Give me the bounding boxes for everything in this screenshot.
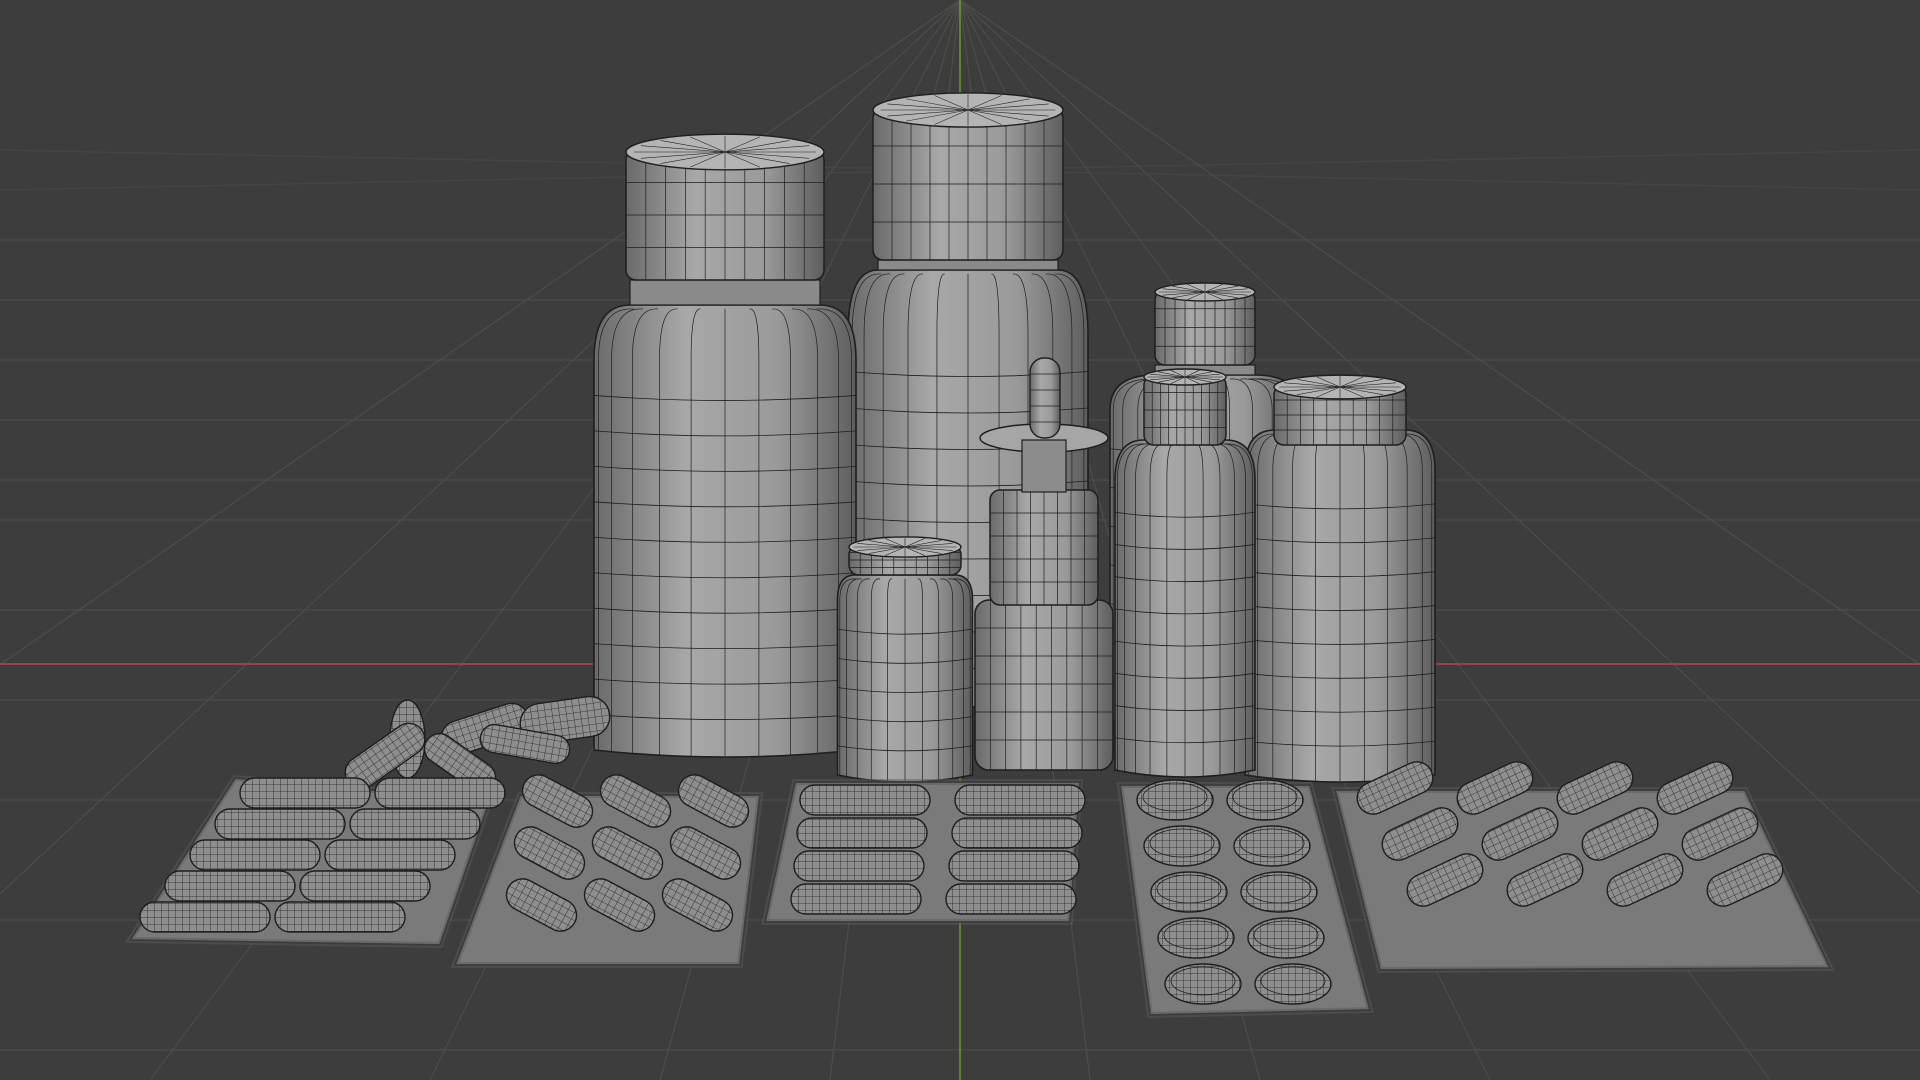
blister-pill[interactable] [1150,871,1228,913]
blister-capsule[interactable] [796,817,928,849]
blister-capsule[interactable] [274,901,406,933]
blister-pill[interactable] [1247,917,1325,959]
3d-viewport[interactable] [0,0,1920,1080]
bottle-medium-right[interactable] [1244,374,1436,783]
blister-capsule[interactable] [951,817,1083,849]
blister-pack-3[interactable] [761,779,1086,925]
blister-capsule[interactable] [793,850,925,882]
blister-capsule[interactable] [349,808,481,840]
blister-pill[interactable] [1164,963,1242,1005]
viewport-canvas[interactable] [0,0,1920,1080]
bottle-small-jar[interactable] [836,536,974,783]
blister-capsule[interactable] [799,784,931,816]
blister-capsule[interactable] [954,784,1086,816]
blister-pack-5[interactable] [1331,757,1835,974]
blister-pill[interactable] [1240,871,1318,913]
blister-capsule[interactable] [945,883,1077,915]
blister-capsule[interactable] [139,901,271,933]
bottle-large-left[interactable] [593,133,857,758]
blister-pill[interactable] [1233,825,1311,867]
blister-pack-1[interactable] [124,774,506,949]
bottles-group[interactable] [593,92,1436,783]
blister-capsule[interactable] [189,839,321,871]
blister-capsule[interactable] [239,777,371,809]
blister-pack-4[interactable] [1116,779,1374,1019]
blister-capsule[interactable] [790,883,922,915]
blister-capsule[interactable] [299,870,431,902]
blister-capsule[interactable] [324,839,456,871]
blister-pill[interactable] [1143,825,1221,867]
blister-pill[interactable] [1254,963,1332,1005]
blister-pill[interactable] [1136,779,1214,821]
blister-capsule[interactable] [948,850,1080,882]
blister-packs-group[interactable] [124,757,1835,1019]
blister-capsule[interactable] [374,777,506,809]
blister-capsule[interactable] [214,808,346,840]
blister-capsule[interactable] [164,870,296,902]
blister-pill[interactable] [1157,917,1235,959]
blister-pill[interactable] [1226,779,1304,821]
